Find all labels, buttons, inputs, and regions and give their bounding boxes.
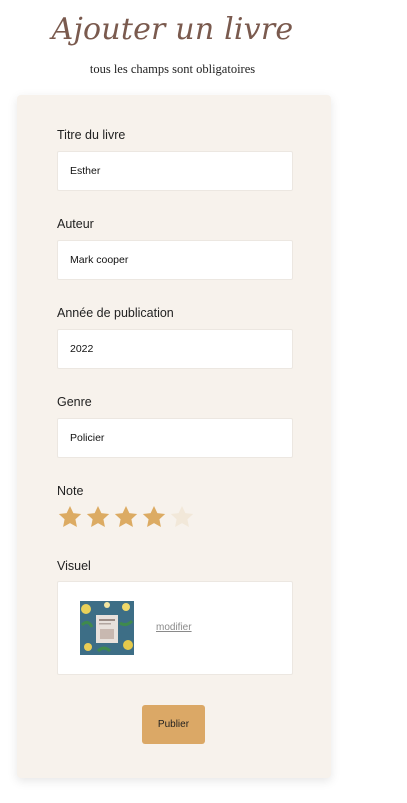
star-icon-3[interactable]: [113, 504, 139, 530]
page-subtitle: tous les champs sont obligatoires: [89, 62, 256, 76]
title-label: Titre du livre: [57, 128, 126, 142]
genre-select[interactable]: Policier: [57, 418, 293, 458]
publish-button[interactable]: Publier: [142, 705, 205, 744]
year-input[interactable]: 2022: [57, 329, 293, 369]
book-cover-thumbnail: [80, 601, 134, 655]
add-book-page: Ajouter un livre tous les champs sont ob…: [0, 0, 407, 803]
genre-label: Genre: [57, 395, 92, 409]
author-label: Auteur: [57, 217, 94, 231]
title-input[interactable]: Esther: [57, 151, 293, 191]
author-input[interactable]: Mark cooper: [57, 240, 293, 280]
visual-label: Visuel: [57, 559, 91, 573]
page-title: Ajouter un livre: [51, 12, 294, 47]
star-icon-2[interactable]: [85, 504, 111, 530]
year-label: Année de publication: [57, 306, 174, 320]
rating-stars[interactable]: [57, 504, 195, 530]
star-icon-5[interactable]: [169, 504, 195, 530]
modify-visual-link[interactable]: modifier: [156, 622, 192, 633]
visual-upload: modifier: [57, 581, 293, 675]
star-icon-1[interactable]: [57, 504, 83, 530]
star-icon-4[interactable]: [141, 504, 167, 530]
add-book-form: Titre du livre Esther Auteur Mark cooper…: [17, 95, 331, 778]
rating-label: Note: [57, 484, 84, 498]
